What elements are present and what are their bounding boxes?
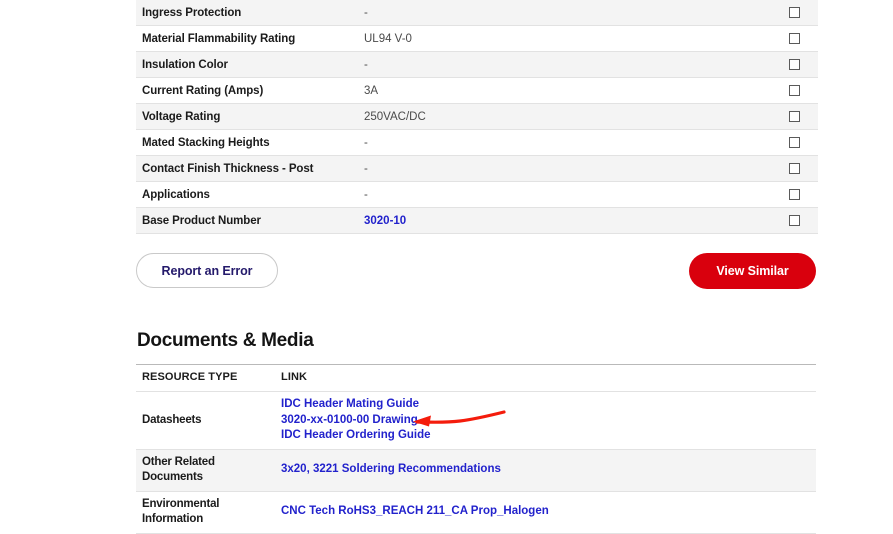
document-link[interactable]: CNC Tech RoHS3_REACH 211_CA Prop_Halogen: [281, 504, 816, 520]
product-page-content: Ingress Protection - Material Flammabili…: [0, 0, 893, 534]
spec-checkbox-cell[interactable]: [764, 0, 818, 26]
documents-table-body: Datasheets IDC Header Mating Guide 3020-…: [136, 391, 816, 534]
spec-label: Applications: [136, 181, 358, 208]
checkbox-unchecked-icon[interactable]: [788, 58, 800, 70]
table-row: Datasheets IDC Header Mating Guide 3020-…: [136, 391, 816, 450]
spec-label: Voltage Rating: [136, 103, 358, 130]
report-an-error-button[interactable]: Report an Error: [136, 253, 278, 288]
resource-link-cell: IDC Header Mating Guide 3020-xx-0100-00 …: [275, 391, 816, 450]
spec-value: 3A: [358, 77, 764, 104]
specifications-table: Ingress Protection - Material Flammabili…: [136, 0, 818, 234]
documents-media-table: RESOURCE TYPE LINK Datasheets IDC Header…: [136, 364, 816, 534]
table-row: Environmental Information CNC Tech RoHS3…: [136, 491, 816, 534]
checkbox-unchecked-icon[interactable]: [788, 162, 800, 174]
checkbox-unchecked-icon[interactable]: [788, 188, 800, 200]
base-product-number-link[interactable]: 3020-10: [364, 215, 406, 227]
spec-checkbox-cell[interactable]: [764, 77, 818, 104]
spec-label: Current Rating (Amps): [136, 77, 358, 104]
view-similar-button[interactable]: View Similar: [689, 253, 816, 289]
spec-value: 250VAC/DC: [358, 103, 764, 130]
resource-type-label: Other Related Documents: [136, 449, 275, 492]
spec-label: Base Product Number: [136, 207, 358, 234]
document-link[interactable]: IDC Header Mating Guide: [281, 397, 816, 413]
spec-label: Material Flammability Rating: [136, 25, 358, 52]
documents-media-heading: Documents & Media: [137, 330, 314, 351]
document-link[interactable]: IDC Header Ordering Guide: [281, 428, 816, 444]
spec-checkbox-cell[interactable]: [764, 155, 818, 182]
checkbox-unchecked-icon[interactable]: [788, 6, 800, 18]
spec-value: -: [358, 51, 764, 78]
resource-link-cell: CNC Tech RoHS3_REACH 211_CA Prop_Halogen: [275, 491, 816, 534]
spec-value: -: [358, 181, 764, 208]
checkbox-unchecked-icon[interactable]: [788, 136, 800, 148]
table-row: Current Rating (Amps) 3A: [136, 77, 818, 104]
specifications-table-body: Ingress Protection - Material Flammabili…: [136, 0, 818, 234]
spec-value: -: [358, 0, 764, 26]
table-row: Ingress Protection -: [136, 0, 818, 26]
column-header-link: LINK: [275, 364, 816, 392]
document-link[interactable]: 3x20, 3221 Soldering Recommendations: [281, 462, 816, 478]
spec-value: -: [358, 155, 764, 182]
spec-label: Mated Stacking Heights: [136, 129, 358, 156]
checkbox-unchecked-icon[interactable]: [788, 84, 800, 96]
spec-label: Insulation Color: [136, 51, 358, 78]
table-row: Voltage Rating 250VAC/DC: [136, 103, 818, 130]
table-row: Other Related Documents 3x20, 3221 Solde…: [136, 449, 816, 492]
spec-checkbox-cell[interactable]: [764, 207, 818, 234]
table-row: Material Flammability Rating UL94 V-0: [136, 25, 818, 52]
table-row: Applications -: [136, 181, 818, 208]
table-row: Mated Stacking Heights -: [136, 129, 818, 156]
spec-value: UL94 V-0: [358, 25, 764, 52]
checkbox-unchecked-icon[interactable]: [788, 110, 800, 122]
spec-checkbox-cell[interactable]: [764, 51, 818, 78]
resource-link-cell: 3x20, 3221 Soldering Recommendations: [275, 449, 816, 492]
spec-checkbox-cell[interactable]: [764, 25, 818, 52]
spec-checkbox-cell[interactable]: [764, 103, 818, 130]
column-header-resource-type: RESOURCE TYPE: [136, 364, 275, 392]
spec-label: Contact Finish Thickness - Post: [136, 155, 358, 182]
documents-table-head: RESOURCE TYPE LINK: [136, 364, 816, 392]
table-row: Insulation Color -: [136, 51, 818, 78]
table-row: Contact Finish Thickness - Post -: [136, 155, 818, 182]
spec-label: Ingress Protection: [136, 0, 358, 26]
action-button-row: Report an Error View Similar: [136, 253, 816, 289]
spec-checkbox-cell[interactable]: [764, 181, 818, 208]
table-header-row: RESOURCE TYPE LINK: [136, 364, 816, 392]
resource-type-label: Environmental Information: [136, 491, 275, 534]
resource-type-label: Datasheets: [136, 391, 275, 450]
document-link[interactable]: 3020-xx-0100-00 Drawing: [281, 413, 816, 429]
spec-value: -: [358, 129, 764, 156]
checkbox-unchecked-icon[interactable]: [788, 32, 800, 44]
table-row: Base Product Number 3020-10: [136, 207, 818, 234]
spec-value-link: 3020-10: [358, 207, 764, 234]
checkbox-unchecked-icon[interactable]: [788, 214, 800, 226]
spec-checkbox-cell[interactable]: [764, 129, 818, 156]
